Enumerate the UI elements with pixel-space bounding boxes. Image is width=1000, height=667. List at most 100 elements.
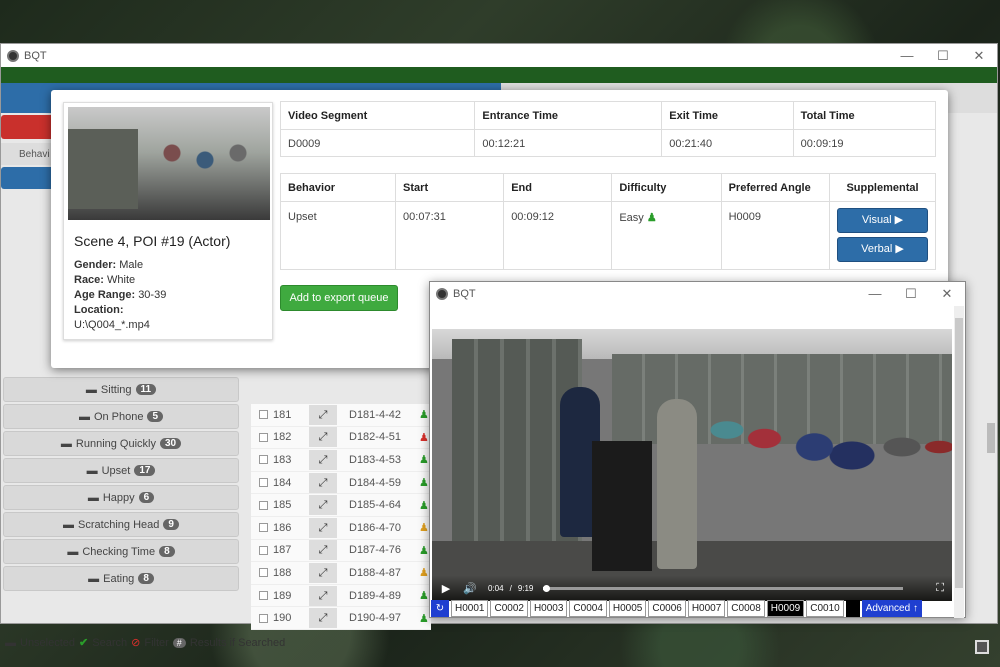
sidebar-item[interactable]: ▬ Checking Time 8 xyxy=(3,539,239,564)
segment-table: Video Segment Entrance Time Exit Time To… xyxy=(279,101,937,157)
video-minimize-button[interactable]: — xyxy=(857,286,893,302)
end-value: 00:09:12 xyxy=(503,201,613,270)
video-maximize-button[interactable]: ☐ xyxy=(893,286,929,302)
race-value: White xyxy=(107,274,136,286)
person-icon: ♟ xyxy=(419,431,429,444)
count-badge: 5 xyxy=(147,411,164,422)
table-row[interactable]: 186 ⤢ D186-4-70 ♟ xyxy=(251,516,431,540)
behavior-header: Behavior xyxy=(279,173,397,202)
expand-icon[interactable]: ⤢ xyxy=(309,449,337,470)
close-button[interactable]: ✕ xyxy=(961,48,997,64)
sidebar-item[interactable]: ▬ Running Quickly 30 xyxy=(3,431,239,456)
unselected-label: Unselected xyxy=(20,636,76,649)
add-to-export-queue-button[interactable]: Add to export queue xyxy=(280,285,398,311)
sidebar-item[interactable]: ▬ Eating 8 xyxy=(3,566,239,591)
row-segment: D181-4-42 xyxy=(349,408,401,421)
row-segment: D183-4-53 xyxy=(349,453,401,466)
location-value: U:\Q004_*.mp4 xyxy=(74,319,150,331)
row-checkbox[interactable] xyxy=(259,432,268,442)
verbal-button[interactable]: Verbal ▶ xyxy=(837,237,928,262)
expand-icon[interactable]: ⤢ xyxy=(309,608,337,629)
count-badge: 6 xyxy=(138,492,155,503)
camera-button[interactable]: C0006 xyxy=(648,599,686,617)
expand-icon[interactable]: ⤢ xyxy=(309,404,337,425)
person-icon: ♟ xyxy=(419,499,429,512)
status-legend: ▬ Unselected ✔ Search ⊘ Filter # Results… xyxy=(5,636,285,650)
camera-button[interactable]: H0003 xyxy=(529,599,568,617)
row-checkbox[interactable] xyxy=(259,478,268,488)
camera-button[interactable]: H0005 xyxy=(608,599,647,617)
camera-button[interactable]: H0009 xyxy=(766,599,805,617)
advanced-button[interactable]: Advanced ↑ xyxy=(861,599,922,617)
camera-button[interactable]: C0008 xyxy=(727,599,765,617)
expand-icon[interactable]: ⤢ xyxy=(309,472,337,493)
save-icon[interactable] xyxy=(975,640,989,654)
total-header: Total Time xyxy=(792,101,937,130)
camera-button[interactable]: H0001 xyxy=(451,599,489,617)
gender-value: Male xyxy=(119,259,144,271)
expand-icon[interactable]: ⤢ xyxy=(309,495,337,516)
count-badge: 9 xyxy=(163,519,179,530)
video-close-button[interactable]: ✕ xyxy=(929,286,965,302)
row-checkbox[interactable] xyxy=(259,568,268,578)
main-titlebar: BQT — ☐ ✕ xyxy=(1,44,997,67)
minimize-button[interactable]: — xyxy=(889,48,925,64)
fullscreen-icon[interactable]: ⛶ xyxy=(936,582,944,595)
sidebar-item[interactable]: ▬ Happy 6 xyxy=(3,485,239,510)
expand-icon[interactable]: ⤢ xyxy=(309,540,337,561)
dash-icon: ▬ xyxy=(78,410,90,423)
table-row[interactable]: 182 ⤢ D182-4-51 ♟ xyxy=(251,426,431,450)
table-row[interactable]: 184 ⤢ D184-4-59 ♟ xyxy=(251,471,431,495)
sidebar-item[interactable]: ▬ Upset 17 xyxy=(3,458,239,483)
video-scrollbar[interactable] xyxy=(954,306,964,618)
count-badge: 17 xyxy=(134,465,156,476)
camera-button[interactable]: H0007 xyxy=(687,599,726,617)
results-badge: # xyxy=(172,637,186,648)
row-checkbox[interactable] xyxy=(259,410,268,420)
table-row[interactable]: 188 ⤢ D188-4-87 ♟ xyxy=(251,562,431,585)
camera-button[interactable]: C0004 xyxy=(569,599,607,617)
row-segment: D187-4-76 xyxy=(349,544,401,557)
row-segment: D189-4-89 xyxy=(349,589,401,602)
person-icon: ♟ xyxy=(419,567,429,580)
table-row[interactable]: 189 ⤢ D189-4-89 ♟ xyxy=(251,584,431,608)
visual-button[interactable]: Visual ▶ xyxy=(837,208,928,233)
main-scrollbar[interactable] xyxy=(987,423,995,453)
play-icon[interactable]: ▶ xyxy=(436,582,456,595)
seek-bar[interactable] xyxy=(542,584,904,592)
row-checkbox[interactable] xyxy=(259,455,268,465)
expand-icon[interactable]: ⤢ xyxy=(309,562,337,583)
current-time: 0:04 xyxy=(488,583,504,593)
camera-button[interactable]: C0010 xyxy=(806,599,844,617)
row-checkbox[interactable] xyxy=(259,613,268,623)
header-bar xyxy=(1,67,997,83)
expand-icon[interactable]: ⤢ xyxy=(309,427,337,448)
table-row[interactable]: 183 ⤢ D183-4-53 ♟ xyxy=(251,449,431,472)
expand-icon[interactable]: ⤢ xyxy=(309,585,337,606)
supplemental-cell: Visual ▶ Verbal ▶ xyxy=(829,201,936,270)
maximize-button[interactable]: ☐ xyxy=(925,48,961,64)
row-checkbox[interactable] xyxy=(259,523,268,533)
start-value: 00:07:31 xyxy=(395,201,505,270)
table-row[interactable]: 185 ⤢ D185-4-64 ♟ xyxy=(251,494,431,517)
table-row[interactable]: 190 ⤢ D190-4-97 ♟ xyxy=(251,607,431,630)
seek-knob[interactable] xyxy=(542,584,550,592)
race-label: Race: xyxy=(74,274,104,286)
count-badge: 11 xyxy=(135,384,157,395)
sidebar-item[interactable]: ▬ On Phone 5 xyxy=(3,404,239,429)
poi-info: Gender: Male Race: White Age Range: 30-3… xyxy=(74,258,166,333)
sidebar-item[interactable]: ▬ Scratching Head 9 xyxy=(3,512,239,537)
sidebar-item-label: Upset xyxy=(101,464,131,477)
row-checkbox[interactable] xyxy=(259,545,268,555)
table-row[interactable]: 181 ⤢ D181-4-42 ♟ xyxy=(251,404,431,427)
camera-button[interactable]: C0002 xyxy=(490,599,528,617)
refresh-icon[interactable]: ↻ xyxy=(431,599,449,617)
row-checkbox[interactable] xyxy=(259,500,268,510)
video-frame[interactable] xyxy=(432,329,952,601)
table-row[interactable]: 187 ⤢ D187-4-76 ♟ xyxy=(251,539,431,563)
expand-icon[interactable]: ⤢ xyxy=(309,517,337,538)
volume-icon[interactable]: 🔊 xyxy=(460,582,480,595)
gender-label: Gender: xyxy=(74,259,117,271)
sidebar-item[interactable]: ▬ Sitting 11 xyxy=(3,377,239,402)
row-checkbox[interactable] xyxy=(259,591,268,601)
